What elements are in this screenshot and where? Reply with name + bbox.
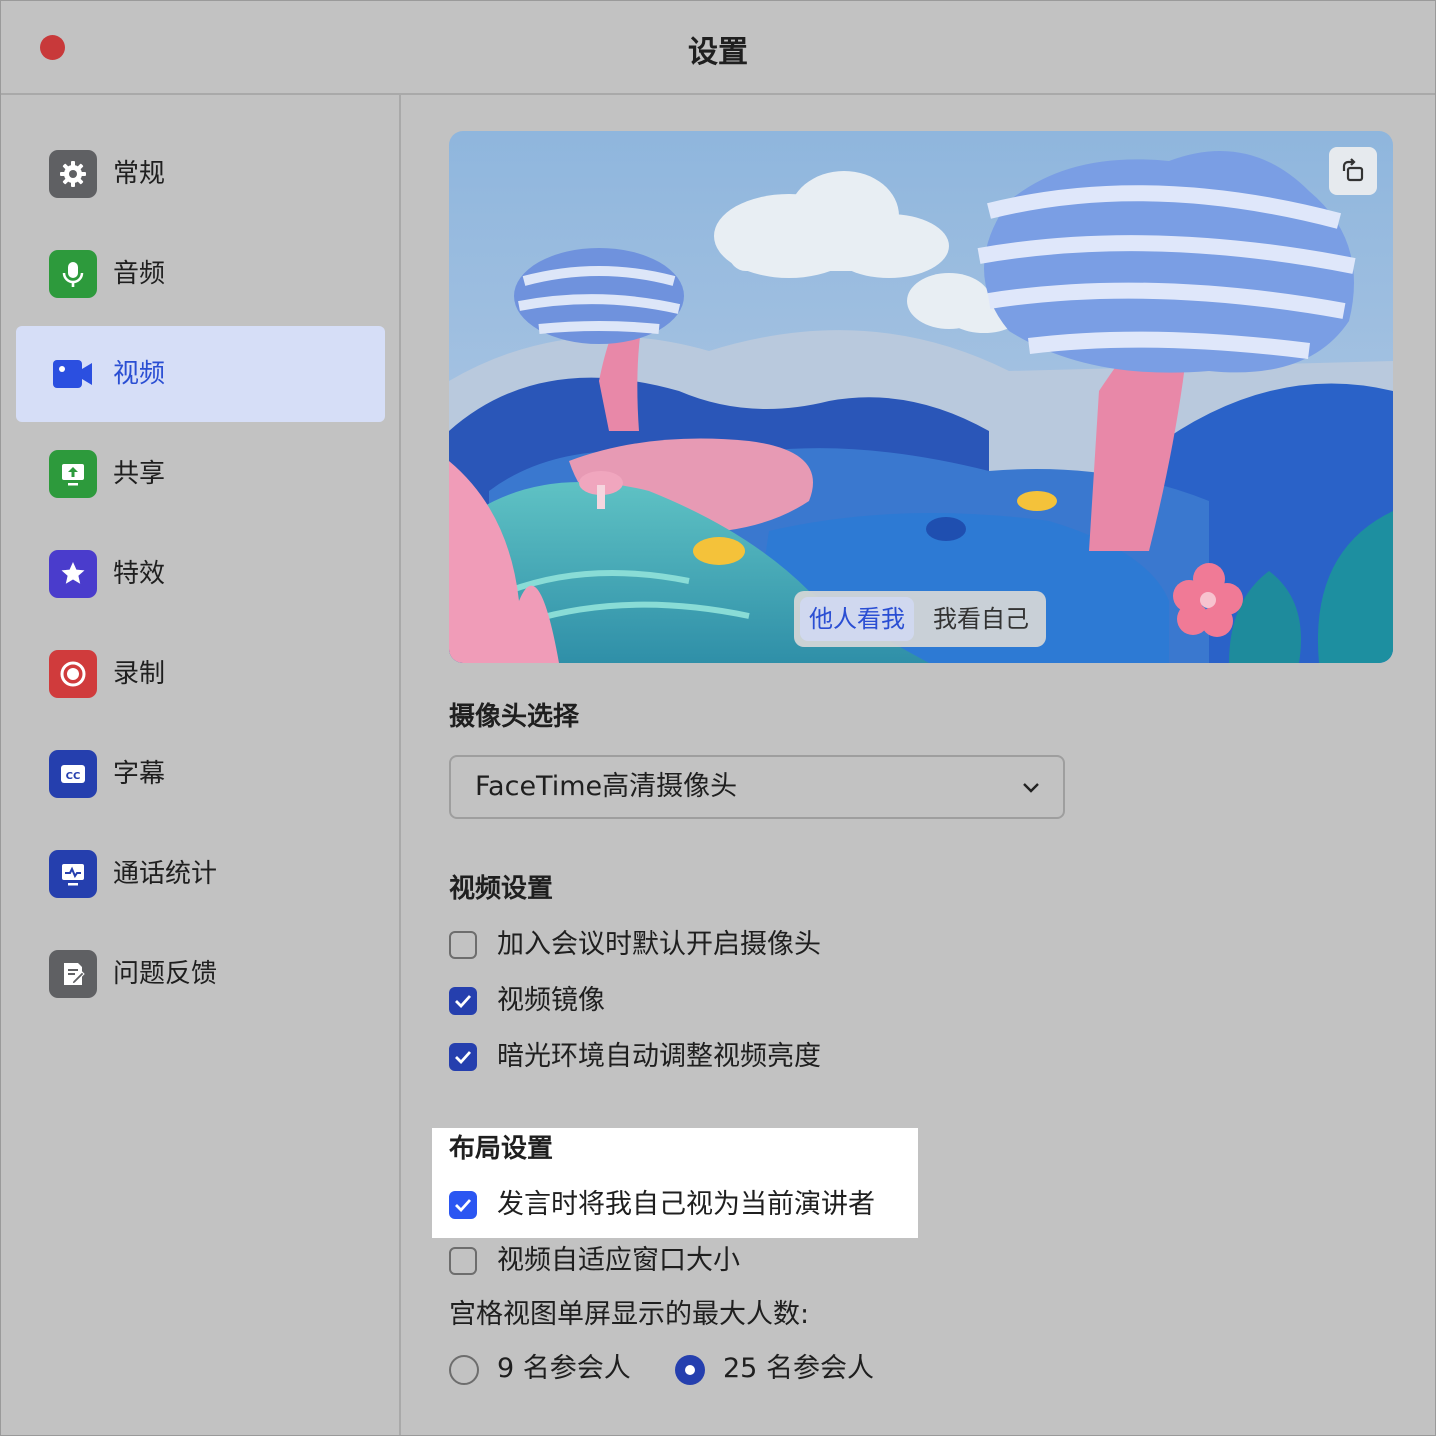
option-label: 暗光环境自动调整视频亮度 <box>497 1041 821 1072</box>
video-settings-section-title: 视频设置 <box>449 874 554 904</box>
sidebar-item-label: 视频 <box>113 359 166 389</box>
option-label: 视频镜像 <box>497 985 605 1016</box>
sidebar: 常规 音频 视频 共享 特效 录制 CC 字幕 通话统计 问题反馈 <box>1 95 401 1435</box>
preview-background-illustration <box>449 131 1393 663</box>
option-label: 加入会议时默认开启摄像头 <box>497 929 821 960</box>
checkmark-icon <box>455 995 472 1008</box>
sidebar-item-label: 字幕 <box>113 759 166 789</box>
preview-view-toggle: 他人看我 我看自己 <box>794 591 1046 647</box>
sidebar-item-label: 录制 <box>113 659 166 689</box>
sidebar-item-share[interactable]: 共享 <box>16 426 385 522</box>
statistics-monitor-icon <box>49 850 97 898</box>
video-camera-icon <box>49 350 97 398</box>
sidebar-item-label: 音频 <box>113 259 166 289</box>
checkbox[interactable] <box>449 987 477 1015</box>
camera-select-value: FaceTime高清摄像头 <box>475 771 738 802</box>
checkmark-icon <box>455 1051 472 1064</box>
grid-max-label: 宫格视图单屏显示的最大人数: <box>449 1299 810 1330</box>
title-bar: 设置 <box>1 1 1435 95</box>
others-see-me-tab[interactable]: 他人看我 <box>800 597 914 641</box>
svg-text:CC: CC <box>66 771 81 782</box>
sidebar-item-audio[interactable]: 音频 <box>16 226 385 322</box>
sidebar-item-label: 问题反馈 <box>113 959 218 989</box>
checkmark-icon <box>455 1199 472 1212</box>
checkbox[interactable] <box>449 931 477 959</box>
sidebar-item-captions[interactable]: CC 字幕 <box>16 726 385 822</box>
rotate-icon <box>1342 158 1364 182</box>
chevron-down-icon <box>1023 783 1039 793</box>
radio-9-participants[interactable] <box>449 1355 479 1385</box>
effects-star-icon <box>49 550 97 598</box>
checkbox[interactable] <box>449 1191 477 1219</box>
option-label: 发言时将我自己视为当前演讲者 <box>497 1189 875 1220</box>
radio-label-25: 25 名参会人 <box>723 1353 874 1384</box>
sidebar-item-feedback[interactable]: 问题反馈 <box>16 926 385 1022</box>
sidebar-item-label: 共享 <box>113 459 166 489</box>
record-icon <box>49 650 97 698</box>
rotate-preview-button[interactable] <box>1329 147 1377 195</box>
captions-cc-icon: CC <box>49 750 97 798</box>
see-myself-tab[interactable]: 我看自己 <box>922 597 1040 641</box>
grid-size-radio-group: 9 名参会人 25 名参会人 <box>449 1353 1049 1389</box>
video-settings-panel: 他人看我 我看自己 摄像头选择 FaceTime高清摄像头 视频设置 加入会议时… <box>401 95 1435 1435</box>
feedback-icon <box>49 950 97 998</box>
radio-label-9: 9 名参会人 <box>497 1353 631 1384</box>
sidebar-item-label: 特效 <box>113 559 166 589</box>
sidebar-item-general[interactable]: 常规 <box>16 126 385 222</box>
sidebar-item-video[interactable]: 视频 <box>16 326 385 422</box>
radio-25-participants[interactable] <box>675 1355 705 1385</box>
sidebar-item-label: 常规 <box>113 159 166 189</box>
checkbox[interactable] <box>449 1043 477 1071</box>
camera-select[interactable]: FaceTime高清摄像头 <box>449 755 1065 819</box>
camera-section-title: 摄像头选择 <box>449 702 580 732</box>
share-screen-icon <box>49 450 97 498</box>
microphone-icon <box>49 250 97 298</box>
sidebar-item-effects[interactable]: 特效 <box>16 526 385 622</box>
window-title: 设置 <box>688 35 748 70</box>
sidebar-item-label: 通话统计 <box>113 859 218 889</box>
checkbox[interactable] <box>449 1247 477 1275</box>
sidebar-item-statistics[interactable]: 通话统计 <box>16 826 385 922</box>
gear-icon <box>49 150 97 198</box>
layout-settings-section-title: 布局设置 <box>449 1134 554 1164</box>
sidebar-item-record[interactable]: 录制 <box>16 626 385 722</box>
option-label: 视频自适应窗口大小 <box>497 1245 740 1276</box>
settings-window: 设置 常规 音频 视频 共享 特效 录制 CC 字幕 通话统计 问题反馈 他人看… <box>0 0 1436 1436</box>
video-preview: 他人看我 我看自己 <box>449 131 1393 663</box>
